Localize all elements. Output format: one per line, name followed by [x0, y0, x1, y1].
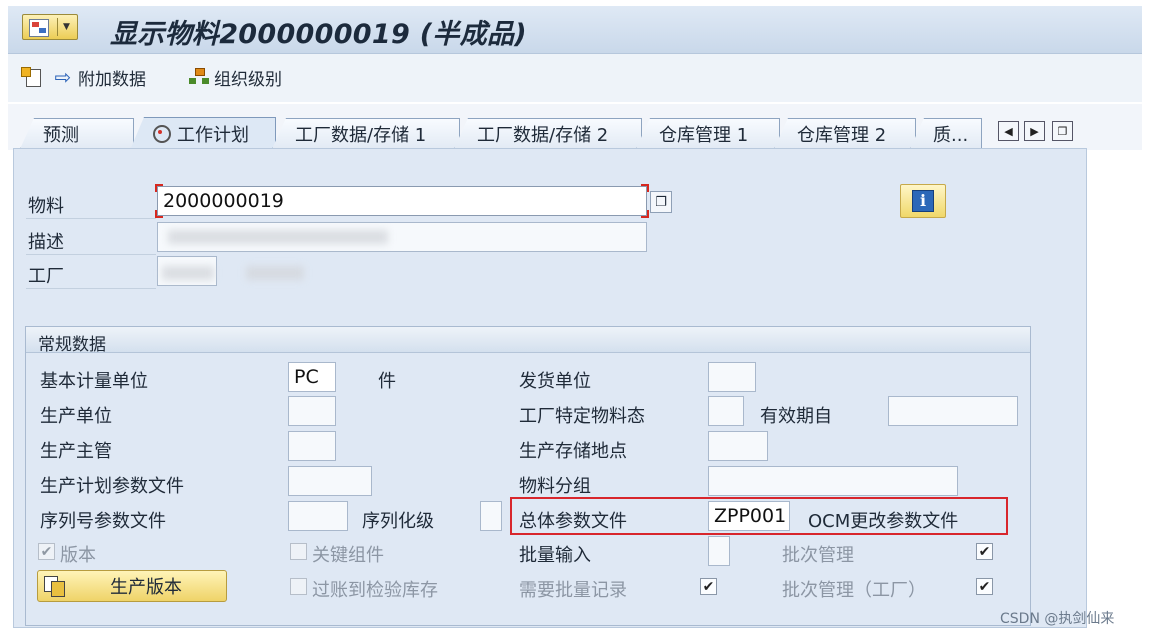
watermark: CSDN @执剑仙来	[1000, 611, 1115, 627]
batch-mgmt-plant-checkbox[interactable]: ✔	[976, 578, 993, 595]
batch-mgmt-checkbox[interactable]: ✔	[976, 543, 993, 560]
prod-supervisor-field[interactable]	[288, 431, 336, 461]
prod-storage-loc-field[interactable]	[708, 431, 768, 461]
production-version-icon	[44, 576, 66, 597]
production-version-button[interactable]: 生产版本	[37, 570, 227, 602]
batch-record-label: 需要批量记录	[519, 580, 627, 601]
prod-supervisor-label: 生产主管	[40, 441, 112, 462]
serialization-field[interactable]	[480, 501, 502, 531]
check-icon: ✔	[40, 543, 53, 560]
prod-sched-profile-label: 生产计划参数文件	[40, 476, 184, 497]
tab-forecast[interactable]: 预测	[20, 118, 134, 149]
tab-plant-data-storage-2[interactable]: 工厂数据/存储 2	[454, 118, 642, 149]
tab-list-button[interactable]: ❐	[1052, 121, 1073, 141]
plant-label: 工厂	[28, 266, 64, 287]
info-icon: i	[912, 190, 934, 212]
org-hierarchy-icon	[188, 67, 210, 87]
base-uom-label: 基本计量单位	[40, 371, 148, 392]
dropdown-arrow-icon: ▼	[63, 22, 70, 32]
org-levels-label: 组织级别	[214, 69, 282, 90]
prod-storage-loc-label: 生产存储地点	[519, 441, 627, 462]
check-icon: ✔	[702, 578, 715, 595]
plant-status-label: 工厂特定物料态	[519, 406, 645, 427]
page-title: 显示物料2000000019 (半成品)	[110, 19, 527, 50]
post-to-inspection-checkbox[interactable]	[290, 578, 307, 595]
batch-entry-label: 批量输入	[519, 545, 591, 566]
serial-profile-field[interactable]	[288, 501, 348, 531]
material-group-label: 物料分组	[519, 476, 591, 497]
additional-data-label: 附加数据	[78, 69, 146, 90]
prod-sched-profile-field[interactable]	[288, 466, 372, 496]
redacted-description	[168, 230, 388, 244]
version-label: 版本	[60, 545, 96, 566]
serial-profile-label: 序列号参数文件	[40, 511, 166, 532]
copy-icon[interactable]: ❐	[650, 191, 672, 213]
material-field[interactable]: 2000000019	[157, 186, 647, 216]
issue-unit-label: 发货单位	[519, 371, 591, 392]
tab-scroll-left-button[interactable]: ◀	[998, 121, 1019, 141]
sap-menu-icon	[29, 19, 49, 37]
prod-unit-field[interactable]	[288, 396, 336, 426]
arrow-right-icon: ⇨	[54, 65, 72, 89]
org-levels-button[interactable]: 组织级别	[188, 64, 282, 90]
prod-unit-label: 生产单位	[40, 406, 112, 427]
serialization-label: 序列化级	[362, 511, 434, 532]
application-toolbar	[8, 54, 1142, 102]
new-document-button[interactable]	[20, 64, 46, 90]
check-icon: ✔	[978, 578, 991, 595]
plant-status-field[interactable]	[708, 396, 744, 426]
batch-mgmt-label: 批次管理	[782, 545, 854, 566]
material-group-field[interactable]	[708, 466, 958, 496]
triangle-right-icon: ▶	[1030, 124, 1039, 138]
additional-data-button[interactable]: ⇨ 附加数据	[52, 64, 146, 90]
tab-plant-data-storage-1[interactable]: 工厂数据/存储 1	[272, 118, 460, 149]
key-component-label: 关键组件	[312, 545, 384, 566]
base-uom-field[interactable]: PC	[288, 362, 336, 392]
redacted-plant-code	[162, 266, 214, 280]
tab-list-icon: ❐	[1057, 124, 1068, 138]
tab-work-scheduling[interactable]: 工作计划	[130, 117, 276, 150]
triangle-left-icon: ◀	[1004, 124, 1013, 138]
material-label: 物料	[28, 196, 64, 217]
tab-scroll-right-button[interactable]: ▶	[1024, 121, 1045, 141]
status-icon	[153, 125, 171, 143]
description-label: 描述	[28, 232, 64, 253]
highlight-box	[510, 497, 1008, 535]
batch-record-checkbox[interactable]: ✔	[700, 578, 717, 595]
valid-from-field[interactable]	[888, 396, 1018, 426]
general-data-title: 常规数据	[38, 335, 106, 355]
issue-unit-field[interactable]	[708, 362, 756, 392]
key-component-checkbox[interactable]	[290, 543, 307, 560]
check-icon: ✔	[978, 543, 991, 560]
tab-warehouse-mgmt-1[interactable]: 仓库管理 1	[636, 118, 780, 149]
batch-mgmt-plant-label: 批次管理（工厂）	[782, 580, 926, 601]
valid-from-label: 有效期自	[760, 406, 832, 427]
info-button[interactable]: i	[900, 184, 946, 218]
document-icon	[20, 67, 42, 87]
version-checkbox[interactable]: ✔	[38, 543, 55, 560]
redacted-plant-name	[246, 266, 304, 280]
tab-warehouse-mgmt-2[interactable]: 仓库管理 2	[774, 118, 916, 149]
batch-entry-field[interactable]	[708, 536, 730, 566]
post-to-inspection-label: 过账到检验库存	[312, 580, 438, 601]
system-menu-button[interactable]: ▼	[22, 14, 78, 40]
base-uom-text: 件	[378, 371, 396, 392]
